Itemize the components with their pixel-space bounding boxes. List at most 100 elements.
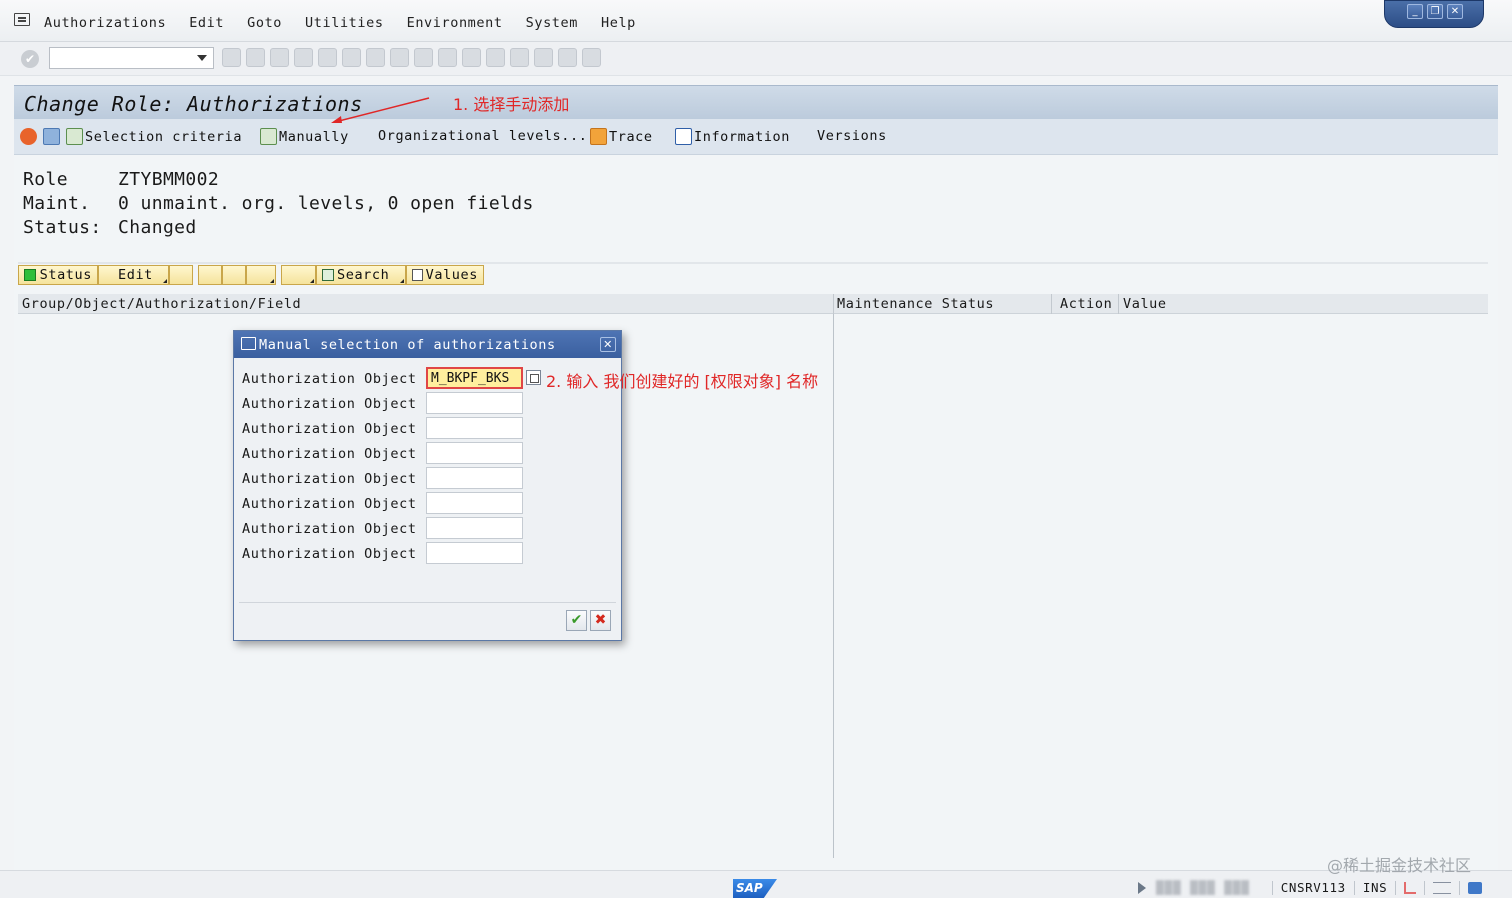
menu-edit[interactable]: Edit [189,15,224,31]
help-icon[interactable] [558,48,577,67]
change-icon[interactable] [20,128,39,145]
status-green-icon [24,269,36,281]
auth-object-input[interactable] [426,417,523,439]
application-toolbar: Selection criteria Manually Organization… [14,119,1498,155]
expand-all-icon[interactable] [198,265,222,285]
close-window-button[interactable]: ✕ [1447,4,1463,19]
add-object-icon [66,128,83,145]
play-icon[interactable] [1138,881,1146,894]
status-label: Status: [23,217,102,238]
server-name: CNSRV113 [1280,880,1346,895]
back-icon[interactable] [222,48,241,67]
col-path-header: Group/Object/Authorization/Field [22,296,302,312]
trace-button[interactable]: Trace [590,128,653,145]
lock-icon[interactable] [1468,881,1483,894]
command-field[interactable] [49,47,214,69]
annotation-step2: 2. 输入 我们创建好的 [权限对象] 名称 [546,372,819,391]
auth-object-input[interactable] [426,542,523,564]
last-page-icon[interactable] [486,48,505,67]
expand-icon[interactable] [169,265,193,285]
auth-object-input[interactable] [426,367,523,389]
column-divider [833,294,834,314]
dialog-body: Authorization Object Authorization Objec… [239,363,616,603]
back-nav-icon[interactable] [270,48,289,67]
dialog-window-icon [241,337,256,350]
shortcut-icon[interactable] [534,48,553,67]
app-menu-icon[interactable] [14,13,30,26]
toolbar-icon-group [222,48,601,67]
close-icon[interactable]: ✕ [600,337,616,352]
insert-mode[interactable]: INS [1363,880,1387,895]
values-button[interactable]: Values [406,265,484,285]
menu-environment[interactable]: Environment [407,15,503,31]
menu-bar: Authorizations Edit Goto Utilities Envir… [0,0,1512,42]
auth-object-input[interactable] [426,517,523,539]
find-next-icon[interactable] [390,48,409,67]
auth-object-label: Authorization Object [242,521,417,537]
screen-title-bar: Change Role: Authorizations [14,85,1498,119]
new-session-icon[interactable] [510,48,529,67]
print-tree-icon[interactable] [246,265,276,285]
auth-object-label: Authorization Object [242,371,417,387]
layout-grid-icon[interactable] [281,265,316,285]
edit-button[interactable]: Edit [98,265,169,285]
first-page-icon[interactable] [414,48,433,67]
status-button-label: Status [39,267,92,283]
menu-system[interactable]: System [526,15,578,31]
auth-object-input[interactable] [426,392,523,414]
status-button[interactable]: Status [18,265,98,285]
selection-criteria-label: Selection criteria [85,128,243,145]
layout-icon[interactable] [582,48,601,67]
trace-icon [590,128,607,145]
col-action-header: Action [1060,296,1113,312]
page-title: Change Role: Authorizations [24,92,363,116]
value-help-icon[interactable] [526,370,541,385]
values-button-label: Values [425,267,478,283]
search-button-label: Search [337,267,390,283]
auth-object-input[interactable] [426,492,523,514]
menu-authorizations[interactable]: Authorizations [44,15,166,31]
role-info: Role ZTYBMM002 Maint. 0 unmaint. org. leve… [23,168,534,240]
prev-page-icon[interactable] [438,48,457,67]
values-icon [412,269,423,281]
dialog-title-bar: Manual selection of authorizations ✕ [234,331,621,358]
enter-check-icon[interactable]: ✔ [21,50,39,68]
chevron-down-icon[interactable] [197,55,207,61]
dropdown-icon [163,279,167,283]
menu-help[interactable]: Help [601,15,636,31]
status-bar: SAP ███ ███ ███ CNSRV113 INS [0,870,1512,898]
save-icon[interactable] [246,48,265,67]
selection-criteria-button[interactable]: Selection criteria [66,128,242,145]
minimize-button[interactable]: _ [1407,4,1423,19]
collapse-all-icon[interactable] [222,265,246,285]
search-button[interactable]: Search [316,265,406,285]
auth-object-label: Authorization Object [242,396,417,412]
versions-button[interactable]: Versions [817,128,887,144]
information-button[interactable]: Information [675,128,790,145]
auth-object-label: Authorization Object [242,471,417,487]
auth-object-input[interactable] [426,467,523,489]
add-manual-icon [260,128,277,145]
auth-object-input[interactable] [426,442,523,464]
watermark-credit: @稀土掘金技术社区 [1327,856,1472,875]
transfer-icon [1433,881,1452,894]
next-page-icon[interactable] [462,48,481,67]
menu-goto[interactable]: Goto [247,15,282,31]
tree-toolbar: Status Edit Search Values [18,265,484,286]
confirm-button[interactable]: ✔ [566,610,587,631]
print-icon[interactable] [342,48,361,67]
search-icon [322,269,334,281]
menu-items: Authorizations Edit Goto Utilities Envir… [44,15,659,31]
versions-label: Versions [817,128,887,144]
system-info-blurred: ███ ███ ███ [1156,880,1250,895]
auth-object-label: Authorization Object [242,546,417,562]
cancel-button[interactable]: ✖ [590,610,611,631]
auth-object-label: Authorization Object [242,421,417,437]
exit-icon[interactable] [294,48,313,67]
trace-label: Trace [609,128,653,145]
cancel-icon[interactable] [318,48,337,67]
delete-icon[interactable] [43,128,62,145]
find-icon[interactable] [366,48,385,67]
menu-utilities[interactable]: Utilities [305,15,384,31]
restore-button[interactable]: ❐ [1427,4,1443,19]
